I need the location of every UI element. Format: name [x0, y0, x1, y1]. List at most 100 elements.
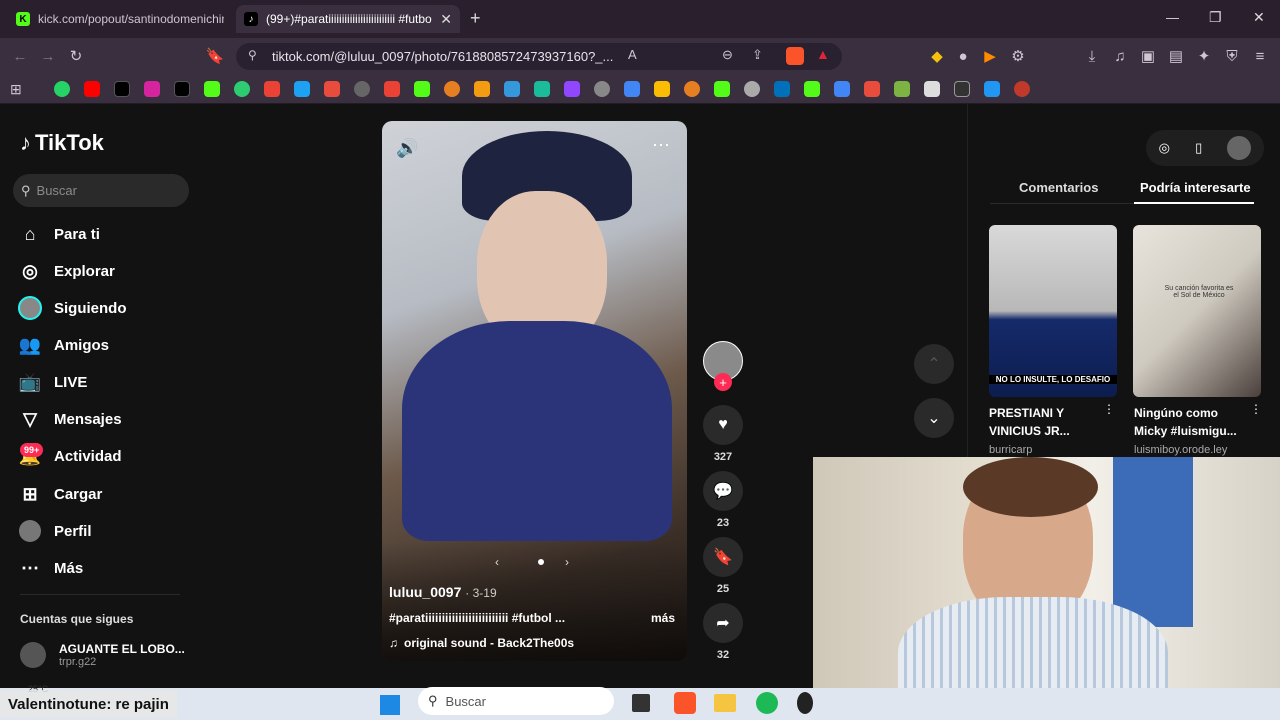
- gmail-icon[interactable]: [384, 81, 400, 97]
- docs-icon[interactable]: [624, 81, 640, 97]
- bookmark-icon[interactable]: [744, 81, 760, 97]
- save-button[interactable]: 🔖: [703, 537, 743, 577]
- brave-rewards-icon[interactable]: ▲: [816, 46, 830, 62]
- nav-amigos[interactable]: 👥 Amigos: [18, 333, 109, 357]
- like-button[interactable]: ♥: [703, 405, 743, 445]
- nav-para-ti[interactable]: ⌂ Para ti: [18, 222, 100, 246]
- play-icon[interactable]: ●: [951, 44, 975, 68]
- kick-bm-icon[interactable]: [204, 81, 220, 97]
- sidebar-icon[interactable]: ▣: [1136, 44, 1160, 68]
- address-bar[interactable]: ⚲ tiktok.com/@luluu_0097/photo/761880857…: [236, 43, 842, 70]
- minimize-button[interactable]: —: [1166, 10, 1179, 25]
- suggestion-author[interactable]: luismiboy.orode.ley: [1134, 444, 1227, 456]
- tiktok-bm-icon[interactable]: [114, 81, 130, 97]
- close-tab-icon[interactable]: ✕: [440, 11, 452, 28]
- phone-icon[interactable]: ▯: [1195, 140, 1202, 156]
- download-bm-icon[interactable]: [894, 81, 910, 97]
- forward-icon[interactable]: →: [36, 44, 60, 68]
- tab-podria-interesarte[interactable]: Podría interesarte: [1140, 180, 1251, 195]
- paypal-icon[interactable]: [774, 81, 790, 97]
- tab-kick[interactable]: K kick.com/popout/santinodomenichini: [8, 5, 232, 33]
- follow-plus-icon[interactable]: +: [714, 373, 732, 391]
- zoom-icon[interactable]: ⊖: [722, 47, 733, 63]
- shield-icon[interactable]: ⛨: [1220, 44, 1244, 68]
- maximize-button[interactable]: ❐: [1209, 9, 1222, 26]
- new-tab-button[interactable]: +: [470, 8, 481, 29]
- post-photo[interactable]: 🔊 ⋯ ‹ › luluu_0097 · 3-19 #paratiiiiiiii…: [382, 121, 687, 661]
- puzzle-icon[interactable]: ⚙: [1006, 44, 1030, 68]
- bookmark-icon[interactable]: [444, 81, 460, 97]
- tab-tiktok[interactable]: ♪ (99+)#paratiiiiiiiiiiiiiiiiiiiiiiiii #…: [236, 5, 460, 33]
- bookmark-icon[interactable]: [474, 81, 490, 97]
- more-link[interactable]: más: [651, 611, 675, 625]
- bookmark-icon[interactable]: [504, 81, 520, 97]
- download-bm-icon[interactable]: [864, 81, 880, 97]
- brave-taskbar-icon[interactable]: [674, 692, 696, 714]
- nav-perfil[interactable]: Perfil: [18, 519, 92, 543]
- suggestion-thumb[interactable]: Su canción favorita es el Sol de México: [1133, 225, 1261, 397]
- extension-icon[interactable]: ◆: [925, 44, 949, 68]
- tiktok-logo[interactable]: ♪ TikTok: [20, 130, 104, 156]
- tab-comentarios[interactable]: Comentarios: [1019, 180, 1098, 195]
- reload-icon[interactable]: ↻: [64, 44, 88, 68]
- prev-photo-icon[interactable]: ‹: [495, 555, 499, 569]
- next-photo-icon[interactable]: ›: [565, 555, 569, 569]
- taskbar-search[interactable]: ⚲ Buscar: [418, 687, 614, 715]
- more-options-icon[interactable]: ⋯: [652, 135, 670, 156]
- spotify-icon[interactable]: [756, 692, 778, 714]
- bookmark-icon[interactable]: [354, 81, 370, 97]
- file-icon[interactable]: [924, 81, 940, 97]
- nav-mas[interactable]: ⋯ Más: [18, 556, 83, 580]
- bookmark-icon[interactable]: [294, 81, 310, 97]
- brave-shield-icon[interactable]: [786, 47, 804, 65]
- bookmark-icon[interactable]: [594, 81, 610, 97]
- share-button[interactable]: ➦: [703, 603, 743, 643]
- suggestion-title[interactable]: Ningúno como Micky #luismigu...: [1134, 404, 1237, 440]
- translate-icon[interactable]: A: [628, 47, 637, 62]
- nav-mensajes[interactable]: ▽ Mensajes: [18, 407, 121, 431]
- post-username[interactable]: luluu_0097 · 3-19: [389, 584, 497, 600]
- close-window-button[interactable]: ✕: [1253, 9, 1265, 26]
- apps-icon[interactable]: ⊞: [10, 81, 22, 98]
- next-post-button[interactable]: ⌄: [914, 398, 954, 438]
- more-options-icon[interactable]: ⋮: [1103, 402, 1115, 416]
- windows-start-icon[interactable]: [380, 695, 400, 715]
- youtube-ext-icon[interactable]: ▶: [978, 44, 1002, 68]
- bookmark-icon[interactable]: 🔖: [203, 44, 227, 68]
- music-icon[interactable]: ♫: [1108, 44, 1132, 68]
- ai-icon[interactable]: ✦: [1192, 44, 1216, 68]
- volume-icon[interactable]: 🔊: [396, 138, 418, 159]
- kick-bm-icon[interactable]: [804, 81, 820, 97]
- nav-explorar[interactable]: ◎ Explorar: [18, 259, 115, 283]
- nav-siguiendo[interactable]: Siguiendo: [18, 296, 127, 320]
- wallet-icon[interactable]: ▤: [1164, 44, 1188, 68]
- user-avatar[interactable]: [1227, 136, 1252, 160]
- share-icon[interactable]: ⇪: [752, 47, 763, 63]
- twitch-icon[interactable]: [564, 81, 580, 97]
- previous-post-button[interactable]: ⌃: [914, 344, 954, 384]
- bookmark-icon[interactable]: [714, 81, 730, 97]
- x-icon[interactable]: [174, 81, 190, 97]
- search-input[interactable]: ⚲ Buscar: [13, 174, 189, 207]
- bookmark-icon[interactable]: [954, 81, 970, 97]
- following-account[interactable]: AGUANTE EL LOBO... trpr.g22: [20, 642, 185, 668]
- gmail-icon[interactable]: [264, 81, 280, 97]
- task-view-icon[interactable]: [632, 694, 650, 712]
- chart-bm-icon[interactable]: [324, 81, 340, 97]
- more-options-icon[interactable]: ⋮: [1250, 402, 1262, 416]
- suggestion-title[interactable]: PRESTIANI Y VINICIUS JR...: [989, 404, 1070, 440]
- post-sound[interactable]: ♫ original sound - Back2The00s: [389, 636, 574, 650]
- bookmark-icon[interactable]: [684, 81, 700, 97]
- suggestion-thumb[interactable]: NO LO INSULTE, LO DESAFIO: [989, 225, 1117, 397]
- kick-bm-icon[interactable]: [414, 81, 430, 97]
- bookmark-icon[interactable]: [1014, 81, 1030, 97]
- download-bm-icon[interactable]: [984, 81, 1000, 97]
- youtube-icon[interactable]: [84, 81, 100, 97]
- comment-button[interactable]: 💬: [703, 471, 743, 511]
- instagram-icon[interactable]: [144, 81, 160, 97]
- bookmark-icon[interactable]: [234, 81, 250, 97]
- site-settings-icon[interactable]: ⚲: [248, 48, 257, 62]
- compass-icon[interactable]: ◎: [1159, 140, 1170, 156]
- app-icon[interactable]: [797, 692, 813, 714]
- download-icon[interactable]: ⤓: [1080, 44, 1104, 68]
